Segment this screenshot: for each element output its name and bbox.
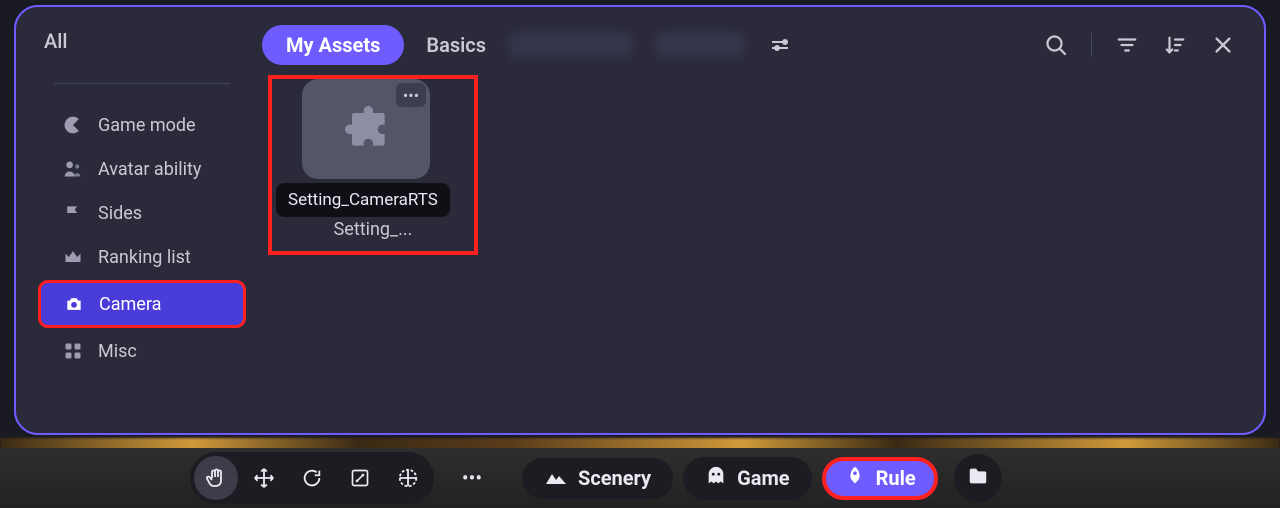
sidebar-item-avatar-ability[interactable]: Avatar ability [40, 148, 244, 190]
transform-tool-group [190, 452, 434, 504]
more-tools[interactable]: ••• [450, 456, 494, 500]
pan-tool[interactable] [194, 456, 238, 500]
sidebar-item-label: Game mode [98, 115, 196, 136]
sidebar-item-label: Camera [99, 294, 161, 315]
ghost-icon [705, 465, 727, 492]
tab-basics[interactable]: Basics [426, 33, 486, 57]
settings-sliders-icon[interactable] [767, 32, 793, 58]
mode-label: Game [737, 466, 789, 490]
folder-icon [967, 465, 989, 491]
mode-game[interactable]: Game [683, 457, 811, 500]
sort-icon[interactable] [1162, 32, 1188, 58]
transform-tool[interactable] [386, 456, 430, 500]
mode-label: Rule [876, 466, 916, 490]
tab-hidden-2[interactable] [655, 31, 745, 59]
asset-grid: ••• Setting_CameraRTS Setting_... [252, 75, 1248, 417]
asset-card[interactable]: ••• [302, 79, 430, 179]
sidebar-divider [54, 83, 230, 84]
mode-group: Scenery Game Rule [522, 454, 1002, 502]
sidebar-item-sides[interactable]: Sides [40, 192, 244, 234]
tab-my-assets[interactable]: My Assets [262, 25, 404, 65]
sidebar-item-label: Avatar ability [98, 159, 201, 180]
crown-icon [62, 246, 84, 268]
rotate-tool[interactable] [290, 456, 334, 500]
sidebar-item-camera[interactable]: Camera [38, 280, 246, 328]
sidebar: Game mode Avatar ability Sides Ranking l… [32, 75, 252, 417]
sidebar-filter-all[interactable]: All [44, 29, 224, 61]
mode-label: Scenery [578, 466, 651, 490]
divider [1091, 33, 1092, 57]
flag-icon [62, 202, 84, 224]
bottom-toolbar: ••• Scenery Game Rule [0, 448, 1280, 508]
mode-rule[interactable]: Rule [822, 457, 938, 500]
panel-body: Game mode Avatar ability Sides Ranking l… [16, 75, 1264, 433]
asset-label: Setting_... [272, 219, 474, 240]
rocket-icon [844, 465, 866, 492]
close-icon[interactable] [1210, 32, 1236, 58]
pacman-icon [62, 114, 84, 136]
mountain-icon [544, 466, 568, 491]
asset-tooltip: Setting_CameraRTS [276, 183, 450, 217]
asset-menu-button[interactable]: ••• [396, 83, 426, 107]
puzzle-icon [338, 99, 394, 159]
tab-bar: My Assets Basics [262, 25, 793, 65]
filter-icon[interactable] [1114, 32, 1140, 58]
dots-icon: ••• [403, 86, 419, 105]
sidebar-item-ranking-list[interactable]: Ranking list [40, 236, 244, 278]
camera-icon [63, 293, 85, 315]
sidebar-item-label: Sides [98, 203, 142, 224]
sidebar-item-label: Ranking list [98, 247, 191, 268]
scale-tool[interactable] [338, 456, 382, 500]
asset-item-highlight: ••• Setting_CameraRTS Setting_... [268, 75, 478, 255]
dots-icon: ••• [462, 466, 482, 490]
grid-icon [62, 340, 84, 362]
move-tool[interactable] [242, 456, 286, 500]
mode-scenery[interactable]: Scenery [522, 458, 673, 499]
sidebar-item-game-mode[interactable]: Game mode [40, 104, 244, 146]
header-actions [1043, 32, 1236, 58]
search-icon[interactable] [1043, 32, 1069, 58]
assets-panel: All My Assets Basics [14, 5, 1266, 435]
tab-hidden-1[interactable] [508, 31, 633, 59]
avatar-icon [62, 158, 84, 180]
sidebar-item-label: Misc [98, 341, 137, 362]
folder-button[interactable] [954, 454, 1002, 502]
sidebar-item-misc[interactable]: Misc [40, 330, 244, 372]
panel-header: All My Assets Basics [16, 7, 1264, 75]
